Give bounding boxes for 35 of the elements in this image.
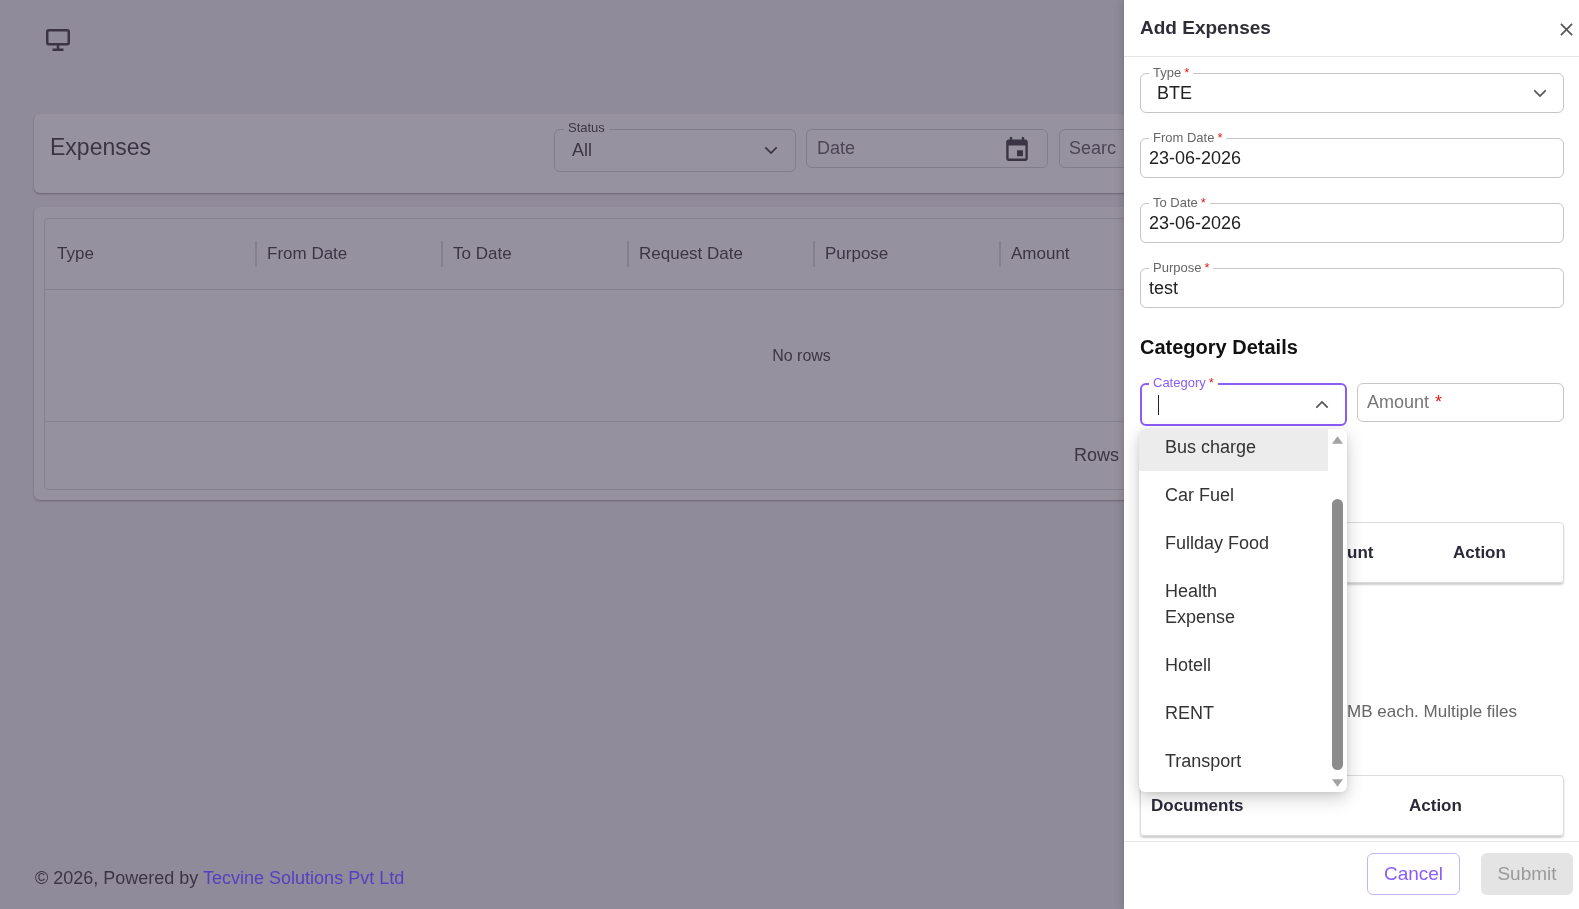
column-header[interactable]: To Date	[453, 244, 512, 264]
column-header[interactable]: From Date	[267, 244, 348, 264]
drawer-title: Add Expenses	[1140, 17, 1271, 39]
upload-hint: MB each. Multiple files	[1347, 702, 1518, 721]
amount-field[interactable]: Amount *	[1357, 383, 1564, 422]
dropdown-option[interactable]: Bus charge	[1139, 429, 1328, 471]
scrollbar-thumb[interactable]	[1332, 499, 1343, 770]
text-cursor-icon	[1158, 394, 1159, 415]
field-label: Category *	[1149, 375, 1218, 390]
field-label: Type *	[1149, 65, 1194, 80]
calendar-icon[interactable]	[1006, 136, 1028, 161]
field-label: Status	[564, 120, 609, 135]
close-icon[interactable]	[1560, 23, 1573, 36]
column-header: Documents	[1151, 795, 1245, 816]
scroll-up-icon[interactable]	[1332, 436, 1343, 444]
column-header[interactable]: Type	[57, 244, 94, 264]
chevron-down-icon	[764, 146, 778, 155]
pagination-label: Rows	[1074, 445, 1119, 466]
field-label: To Date *	[1149, 195, 1210, 210]
cancel-button[interactable]: Cancel	[1367, 853, 1460, 895]
column-header: Action	[1409, 795, 1463, 816]
column-header[interactable]: Amount	[1011, 244, 1070, 264]
column-header: unt	[1347, 542, 1375, 563]
column-header: Action	[1453, 542, 1507, 563]
page-title: Expenses	[50, 133, 151, 161]
field-label: Purpose *	[1149, 260, 1214, 275]
section-title: Category Details	[1140, 335, 1299, 359]
empty-message: No rows	[772, 346, 831, 365]
scroll-down-icon[interactable]	[1332, 779, 1343, 787]
field-label: From Date *	[1149, 130, 1227, 145]
chevron-down-icon	[1533, 88, 1547, 98]
column-header[interactable]: Purpose	[825, 244, 889, 264]
column-header[interactable]: Request Date	[639, 244, 743, 264]
monitor-icon	[46, 29, 70, 51]
date-field[interactable]: Date	[806, 129, 1048, 168]
